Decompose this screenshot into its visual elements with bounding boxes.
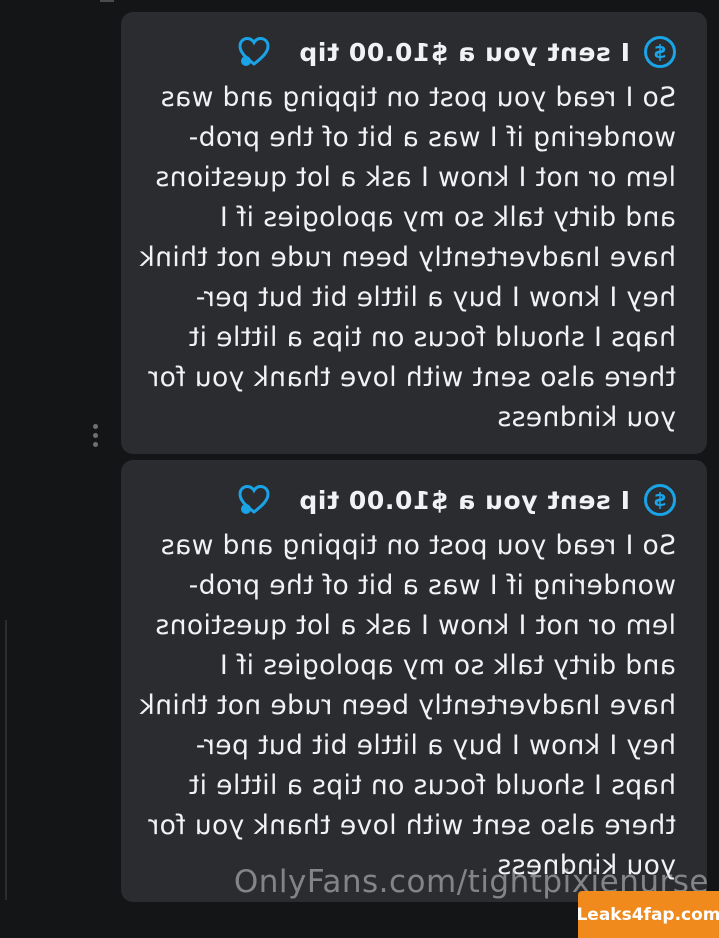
top-divider [100, 0, 114, 2]
message-line: lem or not I know I ask a lot questions [155, 610, 676, 641]
dollar-circle-icon: $ [644, 36, 676, 68]
dollar-circle-icon: $ [644, 484, 676, 516]
tip-header: $ I sent you a $10.00 tip [237, 482, 676, 518]
tip-message-bubble[interactable]: $ I sent you a $10.00 tip So I read you … [121, 460, 707, 902]
heart-icon[interactable] [237, 35, 271, 69]
chat-screen: $ I sent you a $10.00 tip So I read you … [0, 0, 719, 938]
message-text: So I read you post on tipping and was wo… [139, 526, 676, 886]
tip-title: I sent you a $10.00 tip [298, 37, 630, 67]
mirrored-chat-view: $ I sent you a $10.00 tip So I read you … [0, 0, 719, 938]
message-line: have Inadvertently been rude not think [139, 242, 676, 273]
message-line: you kindness [497, 402, 676, 433]
message-line: hey I know I buy a little bit but per- [195, 282, 676, 313]
message-line: there also sent with love thank you for [147, 810, 676, 841]
message-line: there also sent with love thank you for [147, 362, 676, 393]
message-line: haps I should focus on tips a little it [188, 322, 676, 353]
message-line: and dirty talk so my apologies if I [219, 650, 676, 681]
message-line: have Inadvertently been rude not think [139, 690, 676, 721]
message-line: So I read you post on tipping and was [160, 530, 676, 561]
message-line: wondering if I was a bit of the prob- [188, 122, 676, 153]
message-line: and dirty talk so my apologies if I [219, 202, 676, 233]
more-vertical-icon[interactable] [90, 424, 98, 447]
message-line: hey I know I buy a little bit but per- [195, 730, 676, 761]
message-line: wondering if I was a bit of the prob- [188, 570, 676, 601]
message-text: So I read you post on tipping and was wo… [139, 78, 676, 438]
tip-message-bubble[interactable]: $ I sent you a $10.00 tip So I read you … [121, 12, 707, 454]
site-badge: Leaks4fap.com [576, 891, 719, 938]
heart-icon[interactable] [237, 483, 271, 517]
message-line: lem or not I know I ask a lot questions [155, 162, 676, 193]
scroll-track [5, 620, 7, 900]
message-line: haps I should focus on tips a little it [188, 770, 676, 801]
tip-title: I sent you a $10.00 tip [298, 485, 630, 515]
tip-header: $ I sent you a $10.00 tip [237, 34, 676, 70]
message-line: So I read you post on tipping and was [160, 82, 676, 113]
